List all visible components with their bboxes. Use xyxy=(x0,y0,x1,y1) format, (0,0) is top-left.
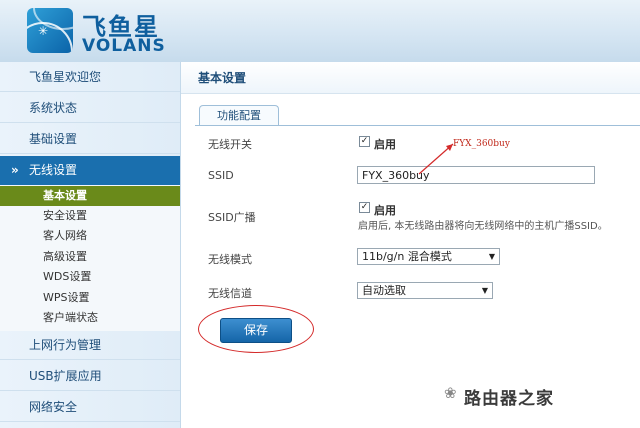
ssid-broadcast-hint: 启用后, 本无线路由器将向无线网络中的主机广播SSID。 xyxy=(358,221,608,232)
submenu-item-advanced[interactable]: 高级设置 xyxy=(0,247,180,267)
star-icon: ✳ xyxy=(38,24,49,38)
main-content: 基本设置 功能配置 无线开关 ✓ 启用 SSID SSID广播 ✓ 启用 启用后… xyxy=(181,62,640,428)
ssid-input[interactable] xyxy=(357,166,595,184)
dropdown-arrow-icon: ▼ xyxy=(488,252,495,261)
chevron-down-icon: » xyxy=(11,163,19,177)
wireless-mode-select[interactable]: 11b/g/n 混合模式 ▼ xyxy=(357,248,500,265)
watermark-text: 路由器之家 xyxy=(464,389,554,409)
page-title: 基本设置 xyxy=(181,62,640,94)
sidebar: 飞鱼星欢迎您 系统状态 基础设置 » 无线设置 基本设置 安全设置 客人网络 高… xyxy=(0,62,181,428)
tab-function-config[interactable]: 功能配置 xyxy=(199,105,279,126)
sidebar-item-wireless[interactable]: » 无线设置 xyxy=(0,156,180,185)
wireless-switch-checkbox[interactable]: ✓ xyxy=(359,136,370,147)
wireless-channel-label: 无线信道 xyxy=(208,287,252,300)
watermark-icon: ❀ xyxy=(444,384,457,402)
submenu-item-basic[interactable]: 基本设置 xyxy=(0,186,180,206)
sidebar-item-behavior-management[interactable]: 上网行为管理 xyxy=(0,330,180,360)
brand-name-en: VOLANS xyxy=(82,36,166,56)
sidebar-item-label: 无线设置 xyxy=(29,163,78,177)
submenu-item-guest-network[interactable]: 客人网络 xyxy=(0,226,180,246)
wireless-channel-select[interactable]: 自动选取 ▼ xyxy=(357,282,493,299)
annotation-text: FYX_360buy xyxy=(453,139,510,149)
sidebar-item-usb[interactable]: USB扩展应用 xyxy=(0,361,180,391)
ssid-label: SSID xyxy=(208,169,234,182)
wireless-mode-value: 11b/g/n 混合模式 xyxy=(362,250,452,263)
save-button[interactable]: 保存 xyxy=(220,318,292,343)
submenu-item-client-status[interactable]: 客户端状态 xyxy=(0,308,180,328)
submenu-item-wps[interactable]: WPS设置 xyxy=(0,288,180,308)
sidebar-item-network-security[interactable]: 网络安全 xyxy=(0,392,180,422)
header: ✳ 飞鱼星 VOLANS xyxy=(0,0,640,62)
submenu: 基本设置 安全设置 客人网络 高级设置 WDS设置 WPS设置 客户端状态 xyxy=(0,185,180,331)
wireless-switch-option: 启用 xyxy=(374,138,396,151)
ssid-broadcast-checkbox[interactable]: ✓ xyxy=(359,202,370,213)
wireless-channel-value: 自动选取 xyxy=(362,284,406,297)
ssid-broadcast-label: SSID广播 xyxy=(208,211,256,224)
wireless-mode-label: 无线模式 xyxy=(208,253,252,266)
dropdown-arrow-icon: ▼ xyxy=(481,286,488,295)
ssid-broadcast-option: 启用 xyxy=(374,204,396,217)
tab-divider xyxy=(195,125,640,126)
submenu-item-wds[interactable]: WDS设置 xyxy=(0,267,180,287)
sidebar-item-basic-settings[interactable]: 基础设置 xyxy=(0,124,180,154)
wireless-switch-label: 无线开关 xyxy=(208,138,252,151)
sidebar-item-welcome[interactable]: 飞鱼星欢迎您 xyxy=(0,62,180,92)
sidebar-item-system-status[interactable]: 系统状态 xyxy=(0,93,180,123)
submenu-item-security[interactable]: 安全设置 xyxy=(0,206,180,226)
logo-icon: ✳ xyxy=(27,8,73,53)
